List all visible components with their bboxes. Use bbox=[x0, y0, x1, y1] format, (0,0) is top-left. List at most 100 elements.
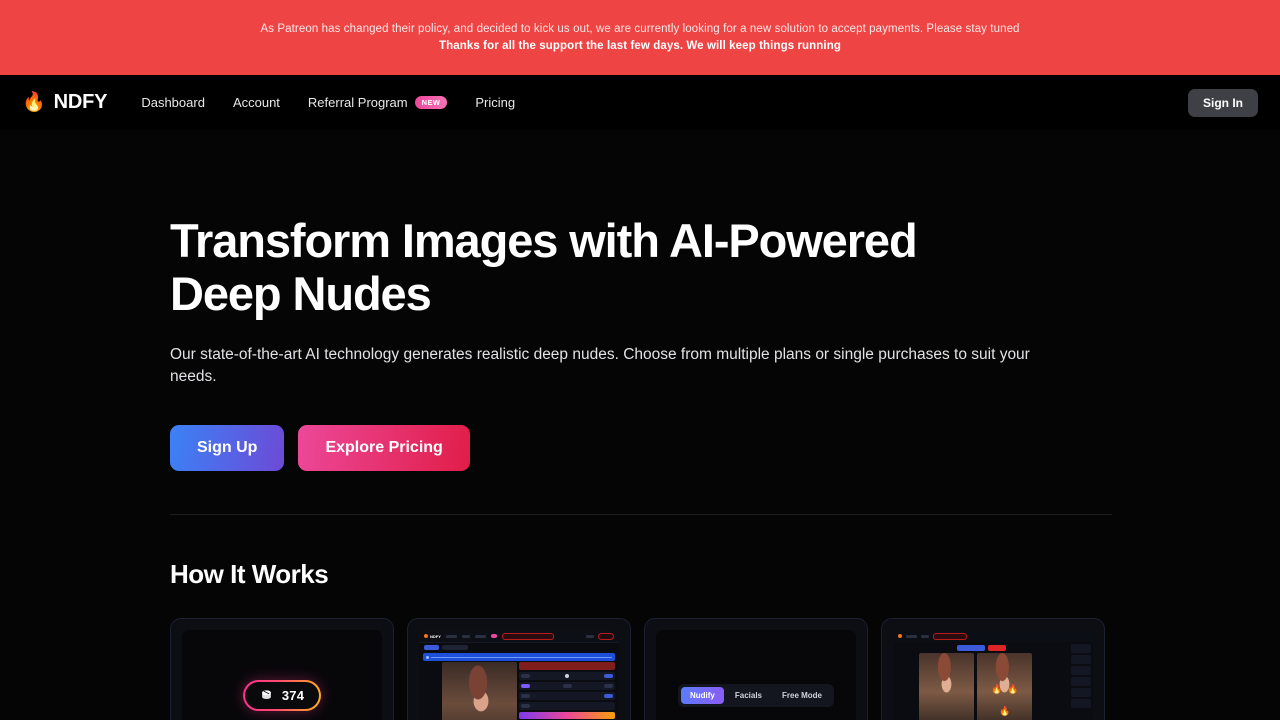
hero-cta-row: Sign Up Explore Pricing bbox=[170, 425, 1110, 472]
nav-link-dashboard[interactable]: Dashboard bbox=[141, 95, 205, 110]
credits-pill: 374 bbox=[243, 680, 321, 711]
cmp-sidebar bbox=[1071, 644, 1091, 720]
cmp-side-row bbox=[1071, 666, 1091, 676]
fire-icon: 🔥 bbox=[1007, 684, 1019, 695]
nav-label: Pricing bbox=[475, 95, 516, 110]
cmp-topbar bbox=[893, 630, 1093, 643]
fire-icon: 🔥 bbox=[999, 706, 1011, 717]
cmp-image-after: 🔥 🔥 🔥 bbox=[977, 653, 1032, 720]
sign-in-button[interactable]: Sign In bbox=[1188, 88, 1258, 117]
brand-name: NDFY bbox=[53, 91, 108, 113]
app-screenshot-upload: NDFY bbox=[419, 630, 619, 720]
cmp-side-row bbox=[1071, 655, 1091, 665]
card-media-credits: 374 bbox=[182, 630, 382, 720]
mini-brand-name: NDFY bbox=[430, 633, 441, 639]
explore-pricing-button[interactable]: Explore Pricing bbox=[298, 425, 470, 472]
mini-nav-item bbox=[586, 635, 594, 638]
mini-new-badge bbox=[490, 634, 497, 639]
card-media-result: 🔥 🔥 🔥 bbox=[893, 630, 1093, 720]
cmp-tag-result bbox=[988, 645, 1006, 652]
how-it-works-card-credits[interactable]: 374 Get some credits bbox=[170, 618, 394, 720]
mini-alert-pill bbox=[933, 632, 967, 640]
banner-line-1: As Patreon has changed their policy, and… bbox=[260, 23, 1020, 35]
nav-link-account[interactable]: Account bbox=[233, 95, 280, 110]
cmp-side-row bbox=[1071, 644, 1091, 654]
mini-action-button bbox=[519, 662, 615, 671]
mini-gradient-slider bbox=[519, 712, 615, 720]
mini-chip bbox=[521, 674, 530, 679]
how-it-works-title: How It Works bbox=[170, 559, 329, 590]
mini-brand: NDFY bbox=[424, 634, 441, 639]
cmp-tag-original bbox=[957, 645, 985, 652]
mini-nav-item bbox=[921, 635, 929, 638]
section-divider bbox=[170, 514, 1112, 516]
card-media-preset: Nudify Facials Free Mode bbox=[656, 630, 856, 720]
banner-line-2: Thanks for all the support the last few … bbox=[439, 40, 841, 52]
mini-body bbox=[419, 662, 619, 720]
how-it-works-cards: 374 Get some credits NDFY bbox=[170, 618, 1110, 720]
preset-segmented-control: Nudify Facials Free Mode bbox=[677, 684, 835, 708]
mini-uploaded-image bbox=[442, 662, 517, 720]
new-badge: NEW bbox=[414, 96, 448, 109]
cmp-image-before bbox=[919, 653, 974, 720]
cmp-side-row bbox=[1071, 699, 1091, 709]
mini-credits-chip bbox=[598, 632, 614, 640]
nav-label: Referral Program bbox=[307, 95, 408, 110]
nav-label: Account bbox=[232, 95, 280, 110]
nav-link-referral-program[interactable]: Referral Program NEW bbox=[307, 95, 448, 110]
announcement-banner: As Patreon has changed their policy, and… bbox=[0, 0, 1280, 75]
how-it-works-card-preset[interactable]: Nudify Facials Free Mode Select a preset… bbox=[644, 618, 868, 720]
fire-icon: 🔥 bbox=[22, 92, 46, 113]
nav-label: Dashboard bbox=[141, 95, 205, 110]
cmp-side-row bbox=[1071, 677, 1091, 687]
mini-control-row bbox=[519, 702, 615, 711]
mini-chip bbox=[604, 694, 613, 699]
mini-info-text bbox=[431, 656, 612, 658]
preset-option-nudify[interactable]: Nudify bbox=[680, 687, 724, 705]
top-navbar: 🔥 NDFY Dashboard Account Referral Progra… bbox=[0, 75, 1280, 130]
mini-chip bbox=[521, 694, 530, 699]
credits-value: 374 bbox=[281, 688, 305, 704]
how-it-works-card-result[interactable]: 🔥 🔥 🔥 Process and Recei bbox=[881, 618, 1105, 720]
preset-option-facials[interactable]: Facials bbox=[726, 687, 771, 704]
brand-logo[interactable]: 🔥 NDFY bbox=[22, 91, 108, 114]
fire-icon: 🔥 bbox=[991, 684, 1003, 695]
mini-tabs bbox=[419, 643, 619, 653]
mini-chip bbox=[521, 684, 530, 689]
mini-slider-knob bbox=[565, 674, 569, 679]
mini-chip bbox=[521, 704, 530, 709]
mini-controls-panel bbox=[519, 662, 615, 720]
nav-link-pricing[interactable]: Pricing bbox=[475, 95, 515, 110]
mini-topbar-right bbox=[586, 632, 614, 640]
mini-fire-icon bbox=[898, 634, 902, 639]
mini-chip bbox=[562, 684, 572, 689]
mini-chip bbox=[604, 674, 613, 679]
app-screenshot-result: 🔥 🔥 🔥 bbox=[893, 630, 1093, 720]
mini-control-row bbox=[519, 692, 615, 701]
mini-nav-item bbox=[445, 635, 457, 638]
nav-links: Dashboard Account Referral Program NEW P… bbox=[141, 95, 515, 110]
mini-tab bbox=[442, 645, 468, 651]
mini-nav-item bbox=[474, 635, 486, 638]
mini-info-banner bbox=[423, 653, 615, 662]
mini-control-row bbox=[519, 682, 615, 691]
sign-up-button[interactable]: Sign Up bbox=[170, 425, 285, 472]
mini-chip bbox=[604, 684, 613, 689]
mini-nav-item bbox=[906, 635, 917, 638]
card-media-upload: NDFY bbox=[419, 630, 619, 720]
mini-topbar: NDFY bbox=[419, 630, 619, 644]
hero-subheading: Our state-of-the-art AI technology gener… bbox=[170, 346, 1030, 386]
page-content: Transform Images with AI-Powered Deep Nu… bbox=[0, 130, 1280, 720]
mini-tab-active bbox=[424, 645, 439, 651]
coins-icon bbox=[262, 690, 271, 700]
mini-fire-icon bbox=[424, 634, 428, 639]
mini-alert-pill bbox=[501, 632, 554, 640]
hero-section: Transform Images with AI-Powered Deep Nu… bbox=[170, 130, 1110, 472]
page-title: Transform Images with AI-Powered Deep Nu… bbox=[170, 214, 918, 320]
cmp-side-row bbox=[1071, 688, 1091, 698]
cmp-images: 🔥 🔥 🔥 bbox=[893, 653, 1093, 720]
cmp-tags bbox=[893, 642, 1093, 653]
mini-nav-item bbox=[461, 635, 470, 638]
how-it-works-card-upload[interactable]: NDFY bbox=[407, 618, 631, 720]
preset-option-free-mode[interactable]: Free Mode bbox=[773, 687, 831, 704]
